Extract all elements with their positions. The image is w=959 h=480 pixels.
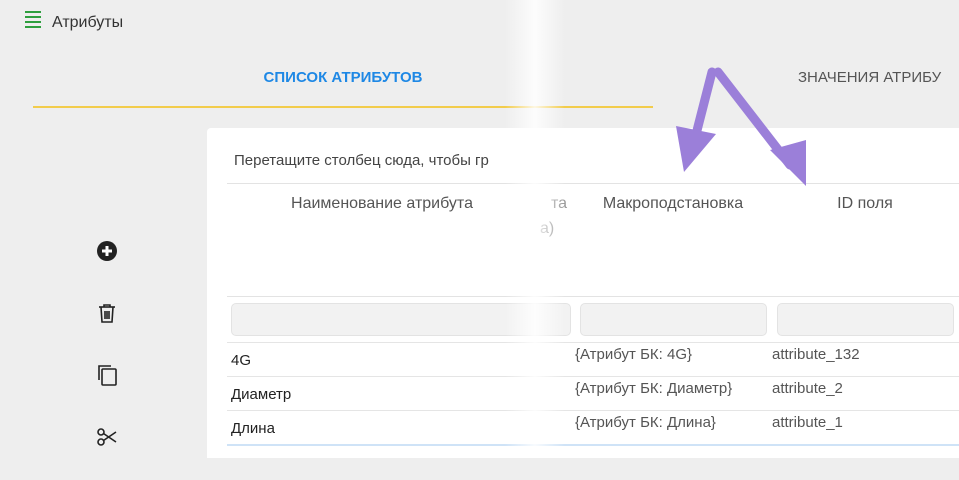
cell-field-id: attribute_1 (772, 414, 843, 431)
cell-macro: {Атрибут БК: Диаметр} (575, 380, 733, 397)
cell-name: Длина (231, 420, 275, 437)
filter-name-input[interactable] (231, 303, 571, 336)
copy-button[interactable] (95, 363, 119, 387)
copy-icon (98, 365, 117, 386)
table-row[interactable]: Диаметр {Атрибут БК: Диаметр} attribute_… (227, 376, 959, 411)
attributes-grid: Перетащите столбец сюда, чтобы гр Наимен… (207, 128, 959, 458)
tab-attribute-values[interactable]: ЗНАЧЕНИЯ АТРИБУ (700, 58, 959, 108)
divider (227, 183, 959, 184)
trash-icon (99, 304, 115, 323)
cell-field-id: attribute_2 (772, 380, 843, 397)
cell-field-id: attribute_132 (772, 346, 860, 363)
table-row[interactable] (227, 444, 959, 480)
cut-button[interactable] (95, 425, 119, 449)
column-header-field-id[interactable]: ID поля (775, 195, 955, 213)
list-icon (25, 10, 41, 30)
cell-macro: {Атрибут БК: 4G} (575, 346, 693, 363)
page-title: Атрибуты (52, 14, 124, 31)
cell-name: 4G (231, 352, 252, 369)
group-panel-hint: Перетащите столбец сюда, чтобы гр (234, 152, 489, 169)
divider (227, 296, 959, 297)
scissors-icon (97, 428, 117, 446)
cell-macro: {Атрибут БК: Длина} (575, 414, 716, 431)
delete-button[interactable] (95, 301, 119, 325)
table-row[interactable]: 4G {Атрибут БК: 4G} attribute_132 (227, 342, 959, 377)
table-row[interactable]: Длина {Атрибут БК: Длина} attribute_1 (227, 410, 959, 445)
add-icon (97, 241, 117, 261)
column-header-name[interactable]: Наименование атрибута (227, 195, 537, 213)
tab-attribute-list[interactable]: СПИСОК АТРИБУТОВ (33, 58, 653, 108)
filter-macro-input[interactable] (580, 303, 767, 336)
add-button[interactable] (95, 239, 119, 263)
column-header-partial-line2: а) (540, 220, 555, 237)
column-header-macro[interactable]: Макроподстановка (577, 195, 769, 213)
cell-name: Диаметр (231, 386, 292, 403)
app-header: Атрибуты (0, 0, 959, 48)
filter-field-id-input[interactable] (777, 303, 954, 336)
column-header-partial: та (551, 195, 568, 212)
